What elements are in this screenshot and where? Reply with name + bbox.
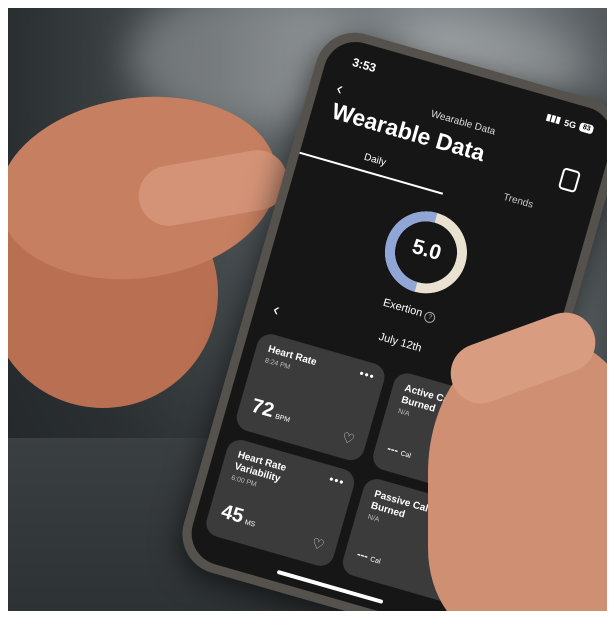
card-number: 72 <box>249 394 277 423</box>
exertion-gauge: 5.0 <box>372 198 481 307</box>
exertion-label: Exertion <box>381 296 424 320</box>
signal-icon: ▮▮▮ <box>545 111 563 126</box>
heart-rate-variability-card[interactable]: Heart Rate Variability 6:00 PM ••• 45MS … <box>203 436 358 570</box>
card-status: N/A <box>366 513 380 524</box>
card-unit: Cal <box>399 450 412 460</box>
help-icon[interactable]: ? <box>423 310 437 325</box>
photo-background: 3:53 ▮▮▮ 5G 83 ‹ Wearable Data Wearable … <box>8 8 607 611</box>
watch-icon[interactable] <box>557 167 582 194</box>
card-value: 72BPM <box>249 395 294 428</box>
card-unit: MS <box>243 519 256 529</box>
card-value: 45MS <box>218 501 259 533</box>
more-options-icon[interactable]: ••• <box>327 472 346 490</box>
card-value: ---Cal <box>355 548 382 566</box>
more-options-icon[interactable]: ••• <box>358 366 377 384</box>
card-status: N/A <box>397 407 411 418</box>
card-number: --- <box>385 442 400 458</box>
heart-icon: ♡ <box>340 428 357 448</box>
battery-icon: 83 <box>578 122 595 135</box>
card-number: --- <box>355 548 370 563</box>
heartbeat-icon: ♡ <box>309 534 327 554</box>
status-time: 3:53 <box>350 55 378 76</box>
network-label: 5G <box>563 117 578 131</box>
card-unit: Cal <box>369 556 382 566</box>
card-number: 45 <box>218 500 247 528</box>
card-unit: BPM <box>274 413 291 425</box>
status-bar-right: ▮▮▮ 5G 83 <box>545 112 595 136</box>
card-value: ---Cal <box>386 443 413 461</box>
card-title: Heart Rate Variability <box>233 449 288 485</box>
